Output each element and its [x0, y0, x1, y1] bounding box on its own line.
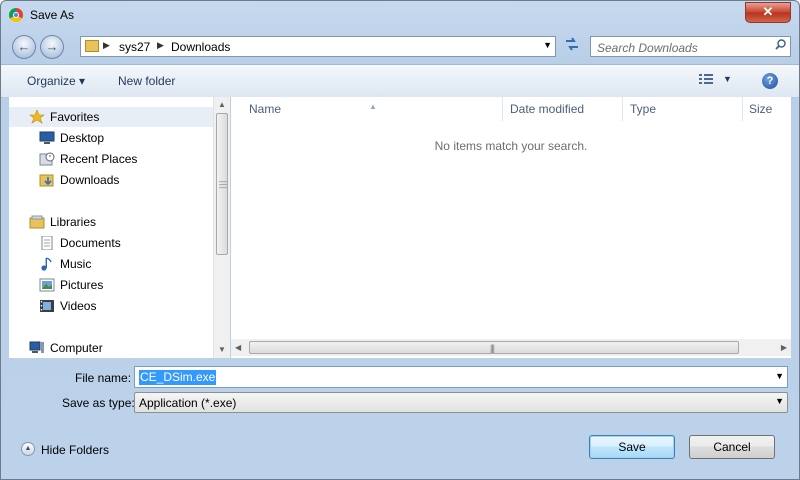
- sidebar-item-label: Documents: [60, 236, 121, 250]
- folder-icon: [85, 40, 99, 52]
- chrome-icon: [9, 8, 23, 22]
- scroll-down-icon[interactable]: ▼: [214, 342, 230, 358]
- chevron-down-icon[interactable]: ▼: [723, 74, 732, 84]
- help-button[interactable]: ?: [762, 73, 778, 89]
- file-name-field[interactable]: CE_DSim.exe ▼: [134, 366, 788, 388]
- breadcrumb-arrow-icon[interactable]: ▶: [157, 40, 164, 51]
- save-as-type-select[interactable]: Application (*.exe) ▼: [134, 392, 788, 413]
- sidebar-item-label: Downloads: [60, 173, 120, 187]
- videos-icon: [40, 300, 54, 312]
- scroll-left-icon[interactable]: ◀: [235, 339, 241, 356]
- sidebar-item-label: Recent Places: [60, 152, 138, 166]
- breadcrumb-arrow-icon[interactable]: ▶: [103, 40, 110, 51]
- collapse-up-icon: ▲: [21, 442, 35, 456]
- view-options-icon[interactable]: [699, 74, 713, 85]
- refresh-button[interactable]: [560, 36, 584, 57]
- forward-button[interactable]: →: [40, 35, 64, 59]
- scroll-thumb[interactable]: |||: [249, 341, 739, 354]
- sidebar-item-label: Libraries: [50, 215, 97, 229]
- new-folder-button[interactable]: New folder: [118, 74, 175, 88]
- column-header-date-modified[interactable]: Date modified: [503, 97, 623, 121]
- chevron-down-icon[interactable]: ▼: [775, 396, 784, 406]
- search-input[interactable]: [595, 39, 769, 56]
- organize-button[interactable]: Organize ▾: [27, 74, 85, 88]
- navigation-pane: Favorites Desktop Recent Places Download…: [9, 97, 213, 358]
- window-title: Save As: [30, 8, 75, 22]
- column-label: Name: [249, 102, 282, 116]
- search-icon[interactable]: [775, 39, 786, 50]
- sidebar-item-label: Pictures: [60, 278, 104, 292]
- scroll-right-icon[interactable]: ▶: [781, 339, 787, 356]
- sidebar-item-label: Favorites: [50, 110, 100, 124]
- file-list-horizontal-scrollbar[interactable]: ◀ ||| ▶: [231, 339, 791, 356]
- column-header-size[interactable]: Size: [743, 97, 791, 121]
- documents-icon: [41, 236, 53, 250]
- navigation-scrollbar[interactable]: ▲ — — — ▼: [213, 97, 230, 358]
- downloads-folder-icon: [39, 174, 54, 187]
- file-name-label: File name:: [75, 371, 132, 385]
- file-list: Name ▲ Date modified Type Size No items …: [231, 97, 791, 358]
- sort-ascending-icon: ▲: [369, 102, 377, 111]
- grip-icon: — — —: [219, 177, 227, 192]
- star-icon: [29, 110, 45, 124]
- breadcrumb-downloads[interactable]: Downloads: [171, 40, 230, 54]
- navigation-bar: ← → ▶ sys27 ▶ Downloads ▼: [1, 31, 799, 63]
- sidebar-item-label: Computer: [50, 341, 103, 355]
- pictures-icon: [39, 278, 55, 292]
- computer-icon: [29, 341, 44, 353]
- scroll-thumb[interactable]: — — —: [216, 113, 228, 255]
- cancel-button[interactable]: Cancel: [689, 435, 775, 459]
- save-as-type-value: Application (*.exe): [139, 396, 237, 410]
- recent-places-icon: [39, 152, 55, 166]
- column-header-name[interactable]: Name ▲: [231, 97, 503, 121]
- save-button[interactable]: Save: [589, 435, 675, 459]
- back-button[interactable]: ←: [12, 35, 36, 59]
- chevron-down-icon[interactable]: ▼: [543, 40, 552, 50]
- title-bar: Save As ✕: [1, 1, 799, 29]
- close-button[interactable]: ✕: [745, 2, 791, 23]
- save-as-type-label: Save as type:: [62, 396, 135, 410]
- file-name-value[interactable]: CE_DSim.exe: [139, 370, 217, 385]
- command-bar: Organize ▾ New folder ▼ ?: [1, 64, 799, 98]
- refresh-icon: [566, 37, 578, 51]
- scroll-up-icon[interactable]: ▲: [214, 97, 230, 113]
- sidebar-item-label: Videos: [60, 299, 97, 313]
- chevron-down-icon[interactable]: ▼: [775, 371, 784, 381]
- empty-message: No items match your search.: [434, 139, 588, 153]
- libraries-icon: [29, 215, 45, 229]
- desktop-icon: [39, 131, 55, 144]
- sidebar-item-label: Desktop: [60, 131, 105, 145]
- hide-folders-label: Hide Folders: [41, 443, 110, 457]
- search-box[interactable]: [590, 36, 791, 57]
- column-header-type[interactable]: Type: [623, 97, 743, 121]
- music-icon: [41, 257, 52, 271]
- sidebar-item-label: Music: [60, 257, 92, 271]
- address-bar[interactable]: ▶ sys27 ▶ Downloads ▼: [80, 36, 556, 57]
- grip-icon: |||: [490, 343, 495, 353]
- save-as-dialog: Save As ✕ ← → ▶ sys27 ▶ Downloads ▼ Orga…: [0, 0, 800, 480]
- breadcrumb-sys27[interactable]: sys27: [119, 40, 150, 54]
